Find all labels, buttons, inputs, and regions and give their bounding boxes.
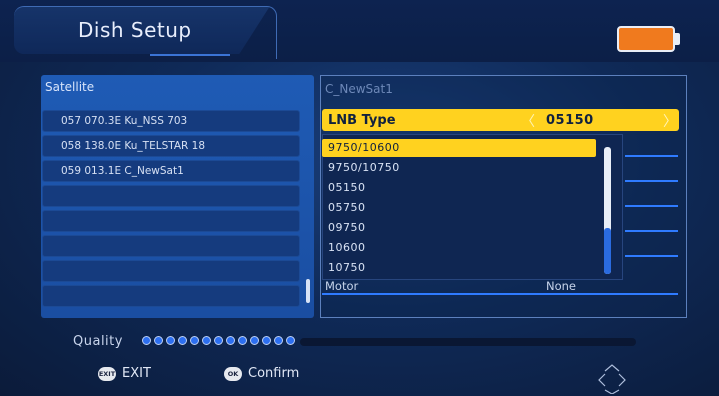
- ok-key-icon: OK: [224, 367, 242, 381]
- chevron-right-icon[interactable]: 〉: [663, 111, 677, 131]
- satellite-list-scrollbar[interactable]: [306, 279, 310, 303]
- dropdown-option-label: 10600: [328, 241, 366, 254]
- dropdown-option[interactable]: 9750/10750: [322, 159, 596, 177]
- motor-label: Motor: [325, 279, 359, 293]
- quality-label: Quality: [73, 334, 123, 349]
- lnb-type-value: 05150: [546, 113, 594, 128]
- dropdown-option[interactable]: 10600: [322, 239, 596, 257]
- satellite-row[interactable]: [42, 235, 300, 257]
- quality-dot: [178, 336, 187, 345]
- quality-dot: [262, 336, 271, 345]
- chevron-left-icon[interactable]: 〈: [521, 111, 535, 131]
- satellite-row-label: 059 013.1E C_NewSat1: [61, 165, 184, 177]
- page-title: Dish Setup: [78, 18, 192, 42]
- quality-dot: [238, 336, 247, 345]
- dropdown-option[interactable]: 09750: [322, 219, 596, 237]
- quality-dot: [286, 336, 295, 345]
- row-divider: [625, 155, 678, 157]
- satellite-row-label: 058 138.0E Ku_TELSTAR 18: [61, 140, 206, 152]
- satellite-row-label: 057 070.3E Ku_NSS 703: [61, 115, 188, 127]
- exit-hint[interactable]: EXIT: [122, 366, 151, 381]
- battery-tip: [675, 33, 680, 45]
- satellite-row[interactable]: [42, 285, 300, 307]
- dropdown-option-label: 09750: [328, 221, 366, 234]
- satellite-row[interactable]: [42, 260, 300, 282]
- dropdown-option-label: 9750/10750: [328, 161, 400, 174]
- dropdown-scrollbar-thumb[interactable]: [604, 228, 611, 274]
- satellite-row[interactable]: [42, 210, 300, 232]
- quality-meter: [142, 336, 295, 345]
- dish-setup-screen: Dish Setup Satellite 057 070.3E Ku_NSS 7…: [0, 0, 719, 396]
- lnb-type-label: LNB Type: [328, 113, 396, 128]
- quality-dot: [142, 336, 151, 345]
- quality-dot: [154, 336, 163, 345]
- dropdown-option-label: 05750: [328, 201, 366, 214]
- dropdown-option-selected[interactable]: 9750/10600: [322, 139, 596, 157]
- satellite-row[interactable]: 059 013.1E C_NewSat1: [42, 160, 300, 182]
- row-divider: [322, 293, 678, 295]
- row-divider: [625, 230, 678, 232]
- quality-dot: [190, 336, 199, 345]
- battery-icon: [617, 26, 675, 52]
- dropdown-option-label: 9750/10600: [328, 141, 400, 154]
- quality-bar-track: [300, 338, 636, 346]
- satellite-panel-header: Satellite: [45, 80, 95, 94]
- satellite-row[interactable]: 057 070.3E Ku_NSS 703: [42, 110, 300, 132]
- row-divider: [625, 255, 678, 257]
- navigation-arrows-icon: [598, 364, 626, 394]
- satellite-row[interactable]: 058 138.0E Ku_TELSTAR 18: [42, 135, 300, 157]
- exit-key-icon: EXIT: [98, 367, 116, 381]
- row-divider: [625, 180, 678, 182]
- row-divider: [625, 205, 678, 207]
- dropdown-option[interactable]: 05150: [322, 179, 596, 197]
- motor-value[interactable]: None: [546, 279, 576, 293]
- quality-dot: [274, 336, 283, 345]
- satellite-row[interactable]: [42, 185, 300, 207]
- dropdown-option-label: 10750: [328, 261, 366, 274]
- quality-dot: [226, 336, 235, 345]
- dropdown-option-label: 05150: [328, 181, 366, 194]
- title-underline: [150, 54, 230, 56]
- dropdown-option[interactable]: 10750: [322, 259, 596, 277]
- quality-dot: [202, 336, 211, 345]
- quality-dot: [166, 336, 175, 345]
- config-satellite-name: C_NewSat1: [325, 82, 393, 96]
- dropdown-option[interactable]: 05750: [322, 199, 596, 217]
- quality-dot: [214, 336, 223, 345]
- quality-dot: [250, 336, 259, 345]
- confirm-hint[interactable]: Confirm: [248, 366, 299, 381]
